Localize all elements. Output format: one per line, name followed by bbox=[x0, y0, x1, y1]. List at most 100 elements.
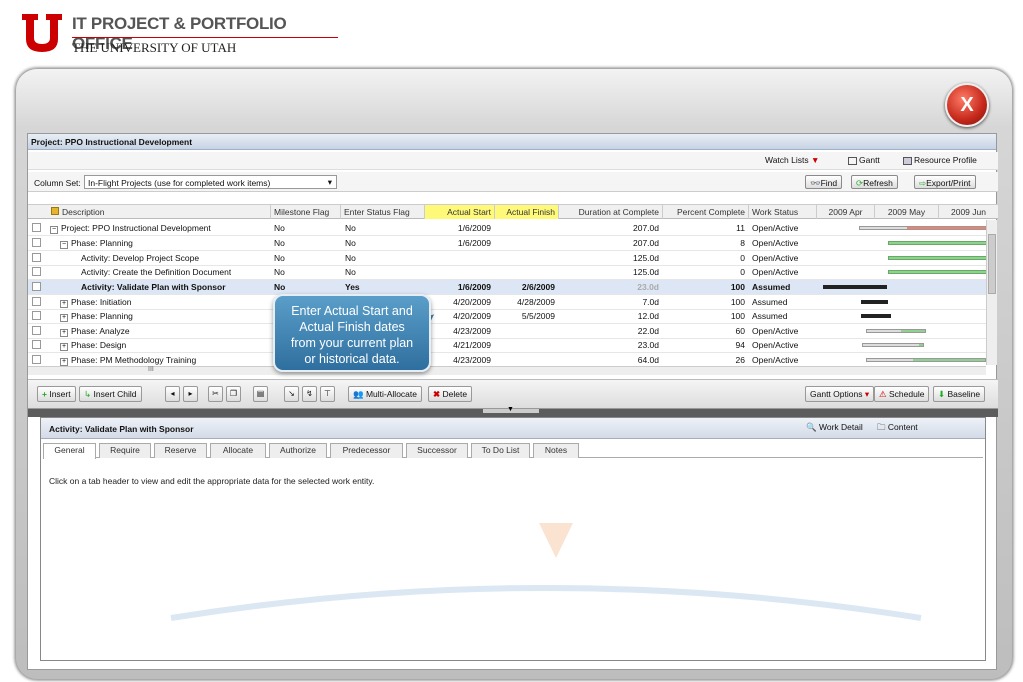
find-button[interactable]: 👓Find bbox=[805, 175, 843, 189]
dropdown-arrow-icon: ▼ bbox=[811, 155, 820, 165]
work-detail-link[interactable]: 🔍 Work Detail bbox=[806, 422, 863, 433]
grid-header: Description Milestone Flag Enter Status … bbox=[28, 204, 998, 219]
insert-child-icon: ↳ bbox=[84, 389, 92, 399]
row-checkbox[interactable] bbox=[32, 267, 41, 276]
schedule-button[interactable]: ⚠ Schedule bbox=[874, 386, 930, 402]
gantt-bar bbox=[866, 329, 926, 333]
col-work-status[interactable]: Work Status bbox=[749, 205, 817, 219]
row-checkbox[interactable] bbox=[32, 311, 41, 320]
unlink-icon[interactable]: ↯ bbox=[302, 386, 317, 402]
row-checkbox[interactable] bbox=[32, 326, 41, 335]
table-row[interactable]: + Phase: Analyze 4/23/2009 22.0d 60 Open/… bbox=[28, 324, 986, 339]
column-set-select[interactable]: In-Flight Projects (use for completed wo… bbox=[84, 175, 337, 189]
gantt-link[interactable]: Gantt bbox=[848, 155, 880, 165]
row-checkbox[interactable] bbox=[32, 297, 41, 306]
tab-authorize[interactable]: Authorize bbox=[269, 443, 327, 458]
tab-allocate[interactable]: Allocate bbox=[210, 443, 266, 458]
resource-profile-link[interactable]: Resource Profile bbox=[903, 155, 977, 165]
row-checkbox[interactable] bbox=[32, 253, 41, 262]
paste-icon[interactable]: ▤ bbox=[253, 386, 268, 402]
baseline-button[interactable]: ⬇ Baseline bbox=[933, 386, 986, 402]
detail-pane: Activity: Validate Plan with Sponsor 🔍 W… bbox=[40, 417, 986, 661]
tab-predecessor[interactable]: Predecessor bbox=[330, 443, 403, 458]
collapse-icon[interactable]: − bbox=[60, 241, 68, 249]
row-checkbox[interactable] bbox=[32, 355, 41, 364]
insert-child-button[interactable]: ↳ Insert Child bbox=[79, 386, 142, 402]
watch-lists-menu[interactable]: Watch Lists ▼ bbox=[765, 155, 819, 165]
table-row[interactable]: Activity: Develop Project Scope No No 12… bbox=[28, 251, 987, 266]
scroll-thumb[interactable] bbox=[988, 234, 996, 294]
chevron-down-icon: ▼ bbox=[507, 406, 514, 413]
delete-icon: ✖ bbox=[433, 389, 441, 399]
panel-splitter[interactable]: ▼ bbox=[28, 406, 998, 417]
expand-icon[interactable]: + bbox=[60, 343, 68, 351]
row-checkbox[interactable] bbox=[32, 340, 41, 349]
tab-reserve[interactable]: Reserve bbox=[154, 443, 207, 458]
cut-icon[interactable]: ✂ bbox=[208, 386, 223, 402]
gantt-bar bbox=[862, 343, 924, 347]
col-actual-finish[interactable]: Actual Finish bbox=[495, 205, 559, 219]
col-actual-start[interactable]: Actual Start bbox=[425, 205, 495, 219]
table-row-selected[interactable]: Activity: Validate Plan with Sponsor No … bbox=[28, 280, 986, 295]
baseline-icon: ⬇ bbox=[938, 389, 946, 399]
gantt-bar bbox=[888, 241, 987, 245]
tab-notes[interactable]: Notes bbox=[533, 443, 579, 458]
gantt-month-jun: 2009 Jun bbox=[951, 207, 986, 217]
tab-general[interactable]: General bbox=[43, 443, 96, 459]
refresh-button[interactable]: ⟳Refresh bbox=[851, 175, 898, 189]
expand-icon[interactable]: + bbox=[60, 358, 68, 366]
table-row[interactable]: + Phase: Design 4/21/2009 23.0d 94 Open/A… bbox=[28, 338, 986, 353]
col-percent-complete[interactable]: Percent Complete bbox=[663, 205, 749, 219]
work-detail-icon: 🔍 bbox=[806, 422, 817, 432]
col-milestone-flag[interactable]: Milestone Flag bbox=[271, 205, 341, 219]
close-button[interactable]: X bbox=[945, 83, 989, 127]
outdent-icon[interactable]: ◂ bbox=[165, 386, 180, 402]
collapse-icon[interactable]: − bbox=[50, 226, 58, 234]
instruction-callout: Enter Actual Start and Actual Finish dat… bbox=[273, 294, 431, 372]
binoculars-icon: 👓 bbox=[810, 178, 821, 188]
gantt-bar bbox=[866, 358, 986, 362]
col-duration[interactable]: Duration at Complete bbox=[559, 205, 663, 219]
column-set-bar: Column Set: In-Flight Projects (use for … bbox=[28, 172, 998, 192]
multi-allocate-button[interactable]: 👥 Multi-Allocate bbox=[348, 386, 422, 402]
table-row[interactable]: − Project: PPO Instructional Development … bbox=[28, 221, 987, 236]
expand-icon[interactable]: + bbox=[60, 300, 68, 308]
insert-button[interactable]: + Insert bbox=[37, 386, 76, 402]
app-window: Project: PPO Instructional Development W… bbox=[27, 133, 998, 670]
table-row[interactable]: − Phase: Planning No No 1/6/2009 207.0d 8… bbox=[28, 236, 987, 251]
brand-header: IT PROJECT & PORTFOLIO OFFICE THE UNIVER… bbox=[20, 12, 350, 57]
row-checkbox[interactable] bbox=[32, 238, 41, 247]
detail-title: Activity: Validate Plan with Sponsor bbox=[49, 424, 194, 434]
splitter-grip[interactable]: ▼ bbox=[483, 406, 539, 413]
tab-require[interactable]: Require bbox=[99, 443, 151, 458]
resource-icon bbox=[903, 156, 912, 165]
top-toolbar: Watch Lists ▼ Gantt Resource Profile bbox=[28, 152, 998, 170]
chevron-down-icon: ▾ bbox=[327, 177, 332, 187]
expand-icon[interactable]: + bbox=[60, 314, 68, 322]
copy-icon[interactable]: ❐ bbox=[226, 386, 241, 402]
table-row[interactable]: + Phase: Planning 4/20/2009 5/5/2009 12.0… bbox=[28, 309, 986, 324]
project-title-bar: Project: PPO Instructional Development bbox=[28, 134, 996, 150]
link-icon[interactable]: ↘ bbox=[284, 386, 299, 402]
row-checkbox[interactable] bbox=[32, 282, 41, 291]
indent-icon[interactable]: ▸ bbox=[183, 386, 198, 402]
hierarchy-icon[interactable]: ⊤ bbox=[320, 386, 335, 402]
gantt-options-button[interactable]: Gantt Options ▾ bbox=[805, 386, 875, 402]
grid-horizontal-scrollbar[interactable]: III bbox=[28, 366, 986, 375]
tab-to-do-list[interactable]: To Do List bbox=[471, 443, 530, 458]
col-enter-status-flag[interactable]: Enter Status Flag bbox=[341, 205, 425, 219]
expand-icon[interactable]: + bbox=[60, 329, 68, 337]
dropdown-arrow-icon: ▾ bbox=[864, 389, 870, 399]
row-checkbox[interactable] bbox=[32, 223, 41, 232]
tab-successor[interactable]: Successor bbox=[406, 443, 468, 458]
detail-hint-text: Click on a tab header to view and edit t… bbox=[49, 476, 375, 486]
col-description[interactable]: Description bbox=[48, 205, 271, 219]
content-link[interactable]: 🗀 Content bbox=[877, 422, 918, 436]
delete-button[interactable]: ✖ Delete bbox=[428, 386, 473, 402]
multi-allocate-icon: 👥 bbox=[353, 389, 364, 399]
table-row[interactable]: +Phase: Initiation No 4/20/2009 4/28/200… bbox=[28, 295, 986, 310]
brand-subtitle: THE UNIVERSITY OF UTAH bbox=[72, 40, 237, 55]
grid-vertical-scrollbar[interactable] bbox=[986, 220, 997, 365]
table-row[interactable]: Activity: Create the Definition Document… bbox=[28, 265, 987, 280]
export-print-button[interactable]: ⇨Export/Print bbox=[914, 175, 976, 189]
